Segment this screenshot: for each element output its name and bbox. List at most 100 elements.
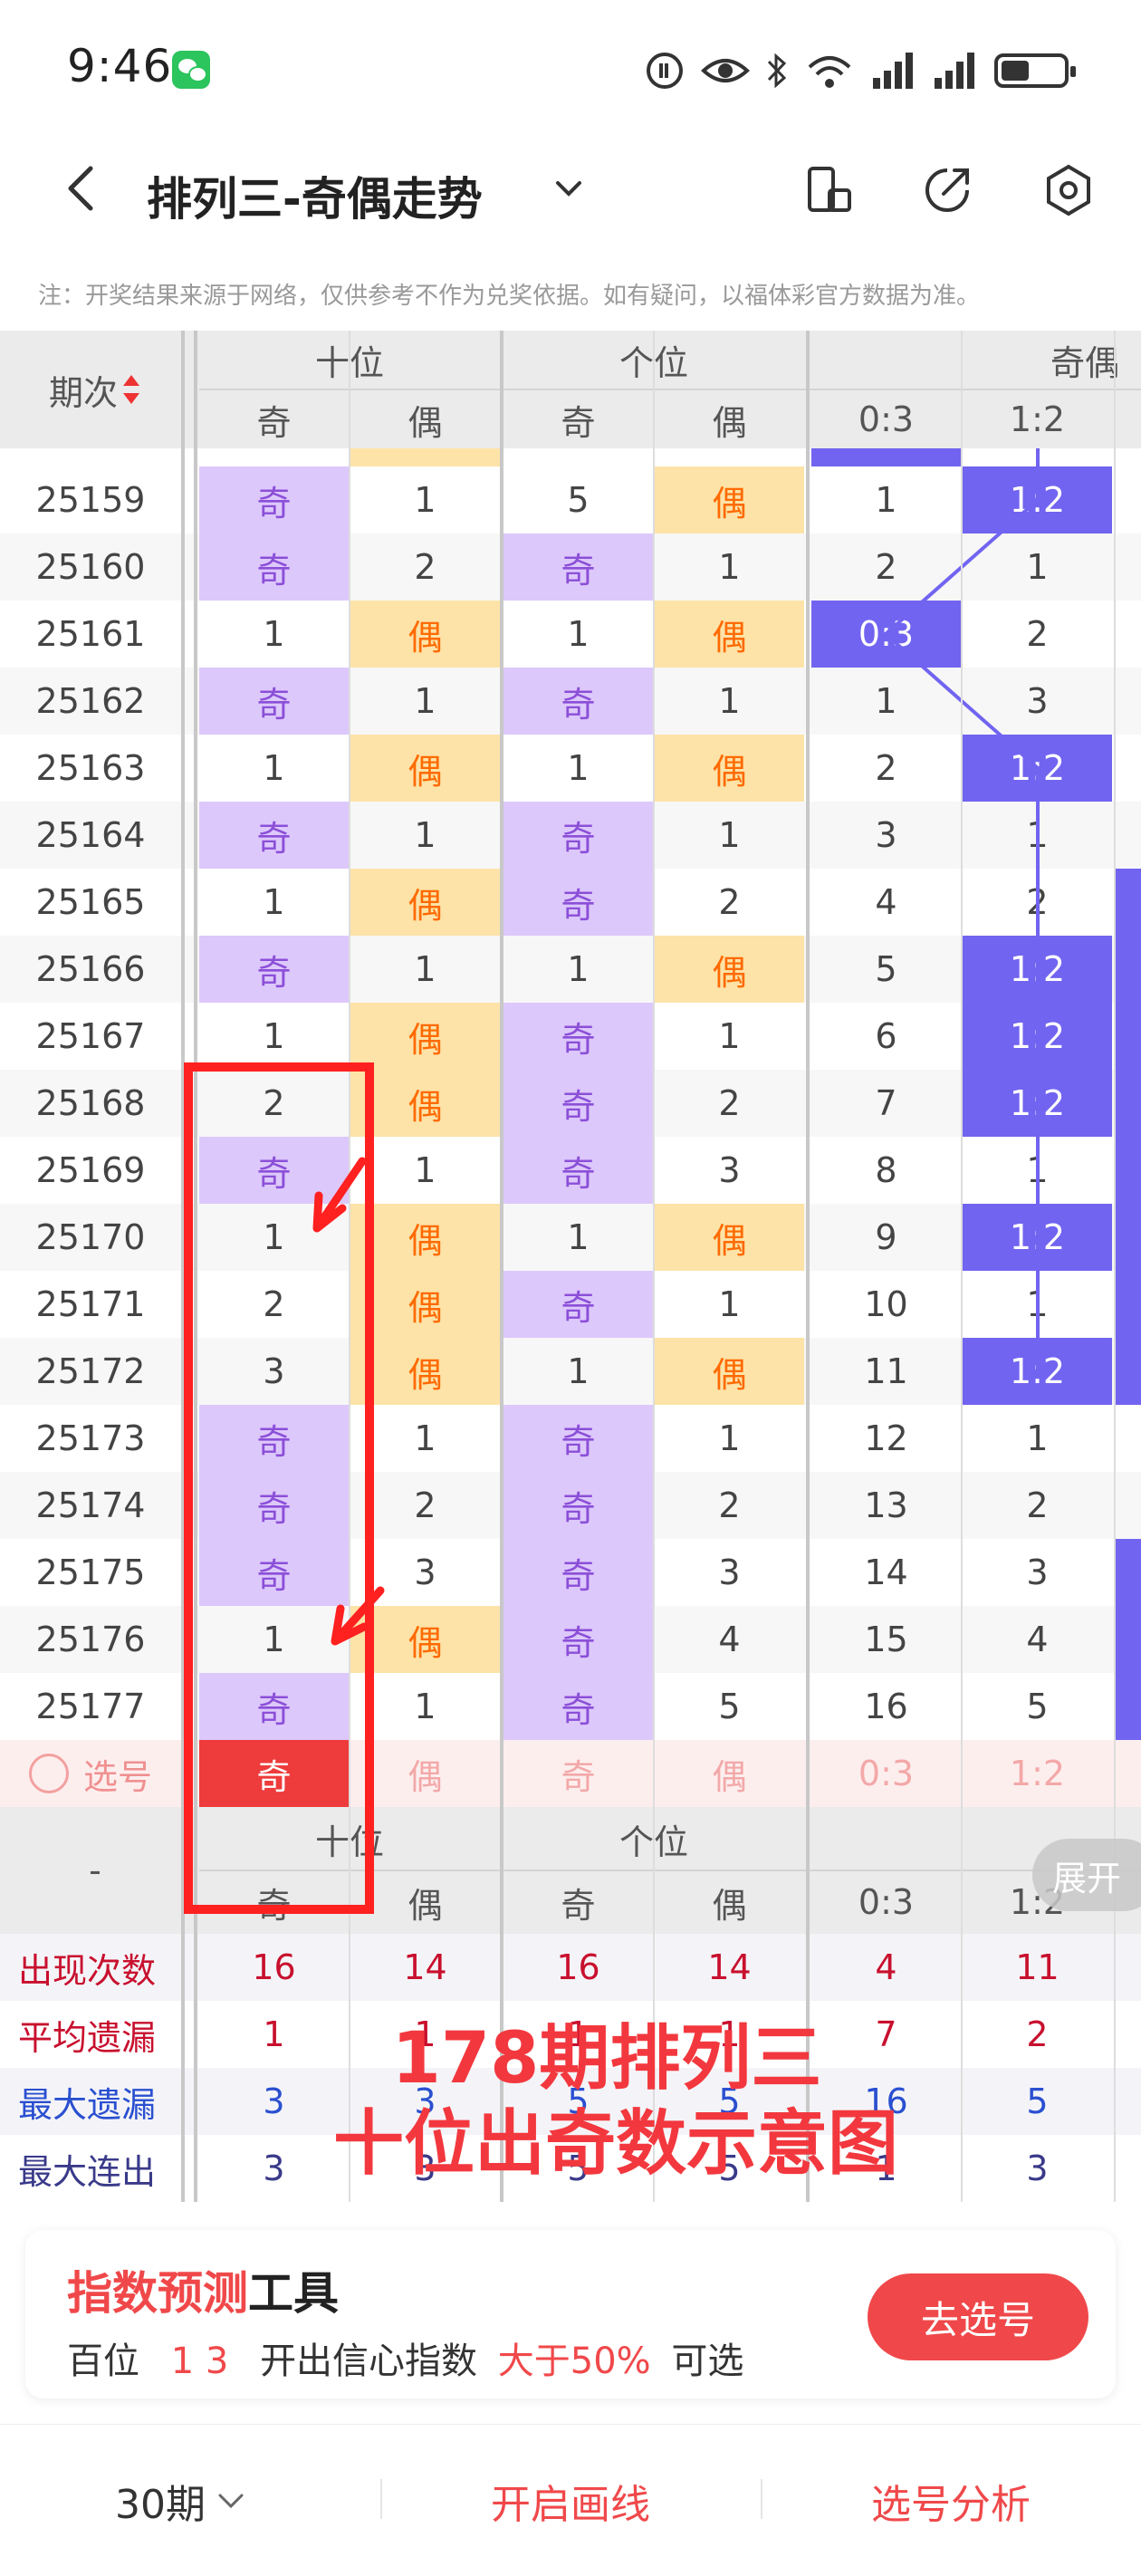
tool-sub-mid: 开出信心指数	[260, 2341, 478, 2382]
issue-number: 25168	[35, 1083, 146, 1123]
cell-r03: 12	[864, 1418, 908, 1458]
cell-divider	[653, 331, 655, 2202]
cell-r21	[1116, 668, 1141, 735]
cell-k1: 2	[263, 1083, 285, 1123]
status-bar: 9:46	[0, 0, 1141, 136]
tool-title: 指数预测工具	[67, 2257, 339, 2322]
select-label[interactable]: 选号	[0, 1740, 181, 1807]
cell-r03: 1	[875, 681, 897, 721]
cell-r03: 5	[875, 949, 897, 989]
cell-k1: 1	[263, 748, 285, 788]
share-icon[interactable]	[920, 163, 974, 217]
cell-r21	[1116, 1338, 1141, 1405]
cell-r21	[1116, 1204, 1141, 1271]
analysis-button[interactable]: 选号分析	[815, 2425, 1087, 2576]
cell-e2: 1	[718, 681, 741, 721]
cell-r21	[1116, 869, 1141, 936]
select-r12[interactable]: 1:2	[963, 1740, 1112, 1807]
cell-r12: 1	[1026, 1418, 1049, 1458]
table-row: 25160 奇 2 奇 1 2 1	[0, 533, 1141, 601]
select-k1[interactable]: 奇	[199, 1740, 349, 1807]
table-row: 25174 奇 2 奇 2 13 2	[0, 1472, 1141, 1539]
select-e2[interactable]: 偶	[655, 1740, 804, 1807]
cell-r03: 10	[864, 1284, 908, 1324]
draw-lines-button[interactable]: 开启画线	[435, 2425, 706, 2576]
cell-e2: 5	[718, 1687, 741, 1726]
cell-k1: 奇	[199, 466, 349, 533]
issue-number: 25165	[35, 882, 146, 922]
cell-r21	[1116, 1070, 1141, 1137]
issue-header[interactable]: 期次	[27, 331, 163, 448]
cell-k1: 2	[263, 1284, 285, 1324]
disclaimer-note: 注：开奖结果来源于网络，仅供参考不作为兑奖依据。如有疑问，以福体彩官方数据为准。	[38, 283, 981, 310]
select-r03[interactable]: 0:3	[811, 1740, 961, 1807]
page-title[interactable]: 排列三-奇偶走势	[147, 163, 483, 228]
table-row: 25164 奇 1 奇 1 3 1	[0, 802, 1141, 869]
go-select-button[interactable]: 去选号	[868, 2273, 1088, 2360]
cell-r03: 6	[875, 1016, 897, 1056]
back-arrow-icon[interactable]	[56, 161, 110, 216]
cell-k1: 3	[263, 1351, 285, 1391]
cell-e2: 偶	[655, 936, 804, 1003]
period-label: 30期	[115, 2482, 206, 2528]
cell-r12: 3	[1026, 1552, 1049, 1592]
sub-ratio-12: 1:2	[1009, 399, 1066, 439]
cell-r21	[1116, 1137, 1141, 1204]
cell-e1: 1	[414, 681, 436, 721]
stat-value: 4	[875, 1947, 897, 1987]
cell-k2: 奇	[503, 1070, 653, 1137]
tool-title-black: 工具	[248, 2267, 339, 2320]
table-row: 25161 1 偶 1 偶 0:3 2	[0, 601, 1141, 668]
bluetooth-icon	[767, 53, 787, 89]
table-row: 25167 1 偶奇 1 6 1:2	[0, 1003, 1141, 1070]
radio-circle-icon[interactable]	[28, 1754, 69, 1793]
issue-number: 25171	[35, 1284, 146, 1324]
cell-r03: 1	[875, 480, 897, 520]
cell-e2: 1	[718, 1016, 741, 1056]
chevron-down-icon[interactable]	[551, 170, 587, 207]
cell-r21	[1116, 1673, 1141, 1740]
expand-button[interactable]: 展开	[1032, 1839, 1141, 1911]
cell-r21	[1116, 1271, 1141, 1338]
select-k2[interactable]: 奇	[503, 1740, 653, 1807]
cell-e1: 1	[414, 1687, 436, 1726]
device-rotate-icon[interactable]	[802, 163, 857, 217]
cell-e1: 偶	[350, 1204, 500, 1271]
cell-r12: 4	[1026, 1620, 1049, 1659]
cell-r21	[1116, 1003, 1141, 1070]
settings-icon[interactable]	[1041, 163, 1096, 217]
issue-number: 25162	[35, 681, 146, 721]
overlay-title-2: 十位出奇数示意图	[332, 2103, 898, 2185]
cell-r03: 7	[875, 1083, 897, 1123]
period-selector[interactable]: 30期	[72, 2425, 290, 2576]
footer-sub-1: 偶	[408, 1885, 443, 1926]
cell-r12: 1	[1026, 1284, 1049, 1324]
cell-e2: 1	[718, 547, 741, 587]
cell-r03: 4	[875, 882, 897, 922]
cell-k2: 奇	[503, 1673, 653, 1740]
cell-divider	[1114, 331, 1116, 2202]
issue-number: 25160	[35, 547, 146, 587]
column-divider	[500, 331, 503, 2202]
cell-k2: 奇	[503, 869, 653, 936]
stat-value: 5	[1026, 2081, 1049, 2121]
select-e1[interactable]: 偶	[350, 1740, 500, 1807]
cell-r03: 0:3	[811, 601, 961, 668]
cell-e1: 1	[414, 949, 436, 989]
issue-number: 25175	[35, 1552, 146, 1592]
issue-number: 25172	[35, 1351, 146, 1391]
cell-r21	[1116, 601, 1141, 668]
cell-e2: 3	[718, 1552, 741, 1592]
cell-k2: 1	[567, 1217, 590, 1257]
cell-e2: 偶	[655, 466, 804, 533]
select-label-text: 选号	[82, 1756, 152, 1797]
cell-e2: 1	[718, 1418, 741, 1458]
stat-value: 2	[1026, 2014, 1049, 2054]
cell-e1: 偶	[350, 735, 500, 802]
cell-k1: 奇	[199, 1472, 349, 1539]
footer-sub-4: 0:3	[858, 1882, 915, 1922]
issue-number: 25170	[35, 1217, 146, 1257]
index-prediction-card[interactable]: 指数预测工具 百位 1 3 开出信心指数 大于50% 可选 去选号	[25, 2230, 1116, 2398]
sort-icon[interactable]	[121, 371, 141, 408]
cell-k2: 5	[567, 480, 590, 520]
